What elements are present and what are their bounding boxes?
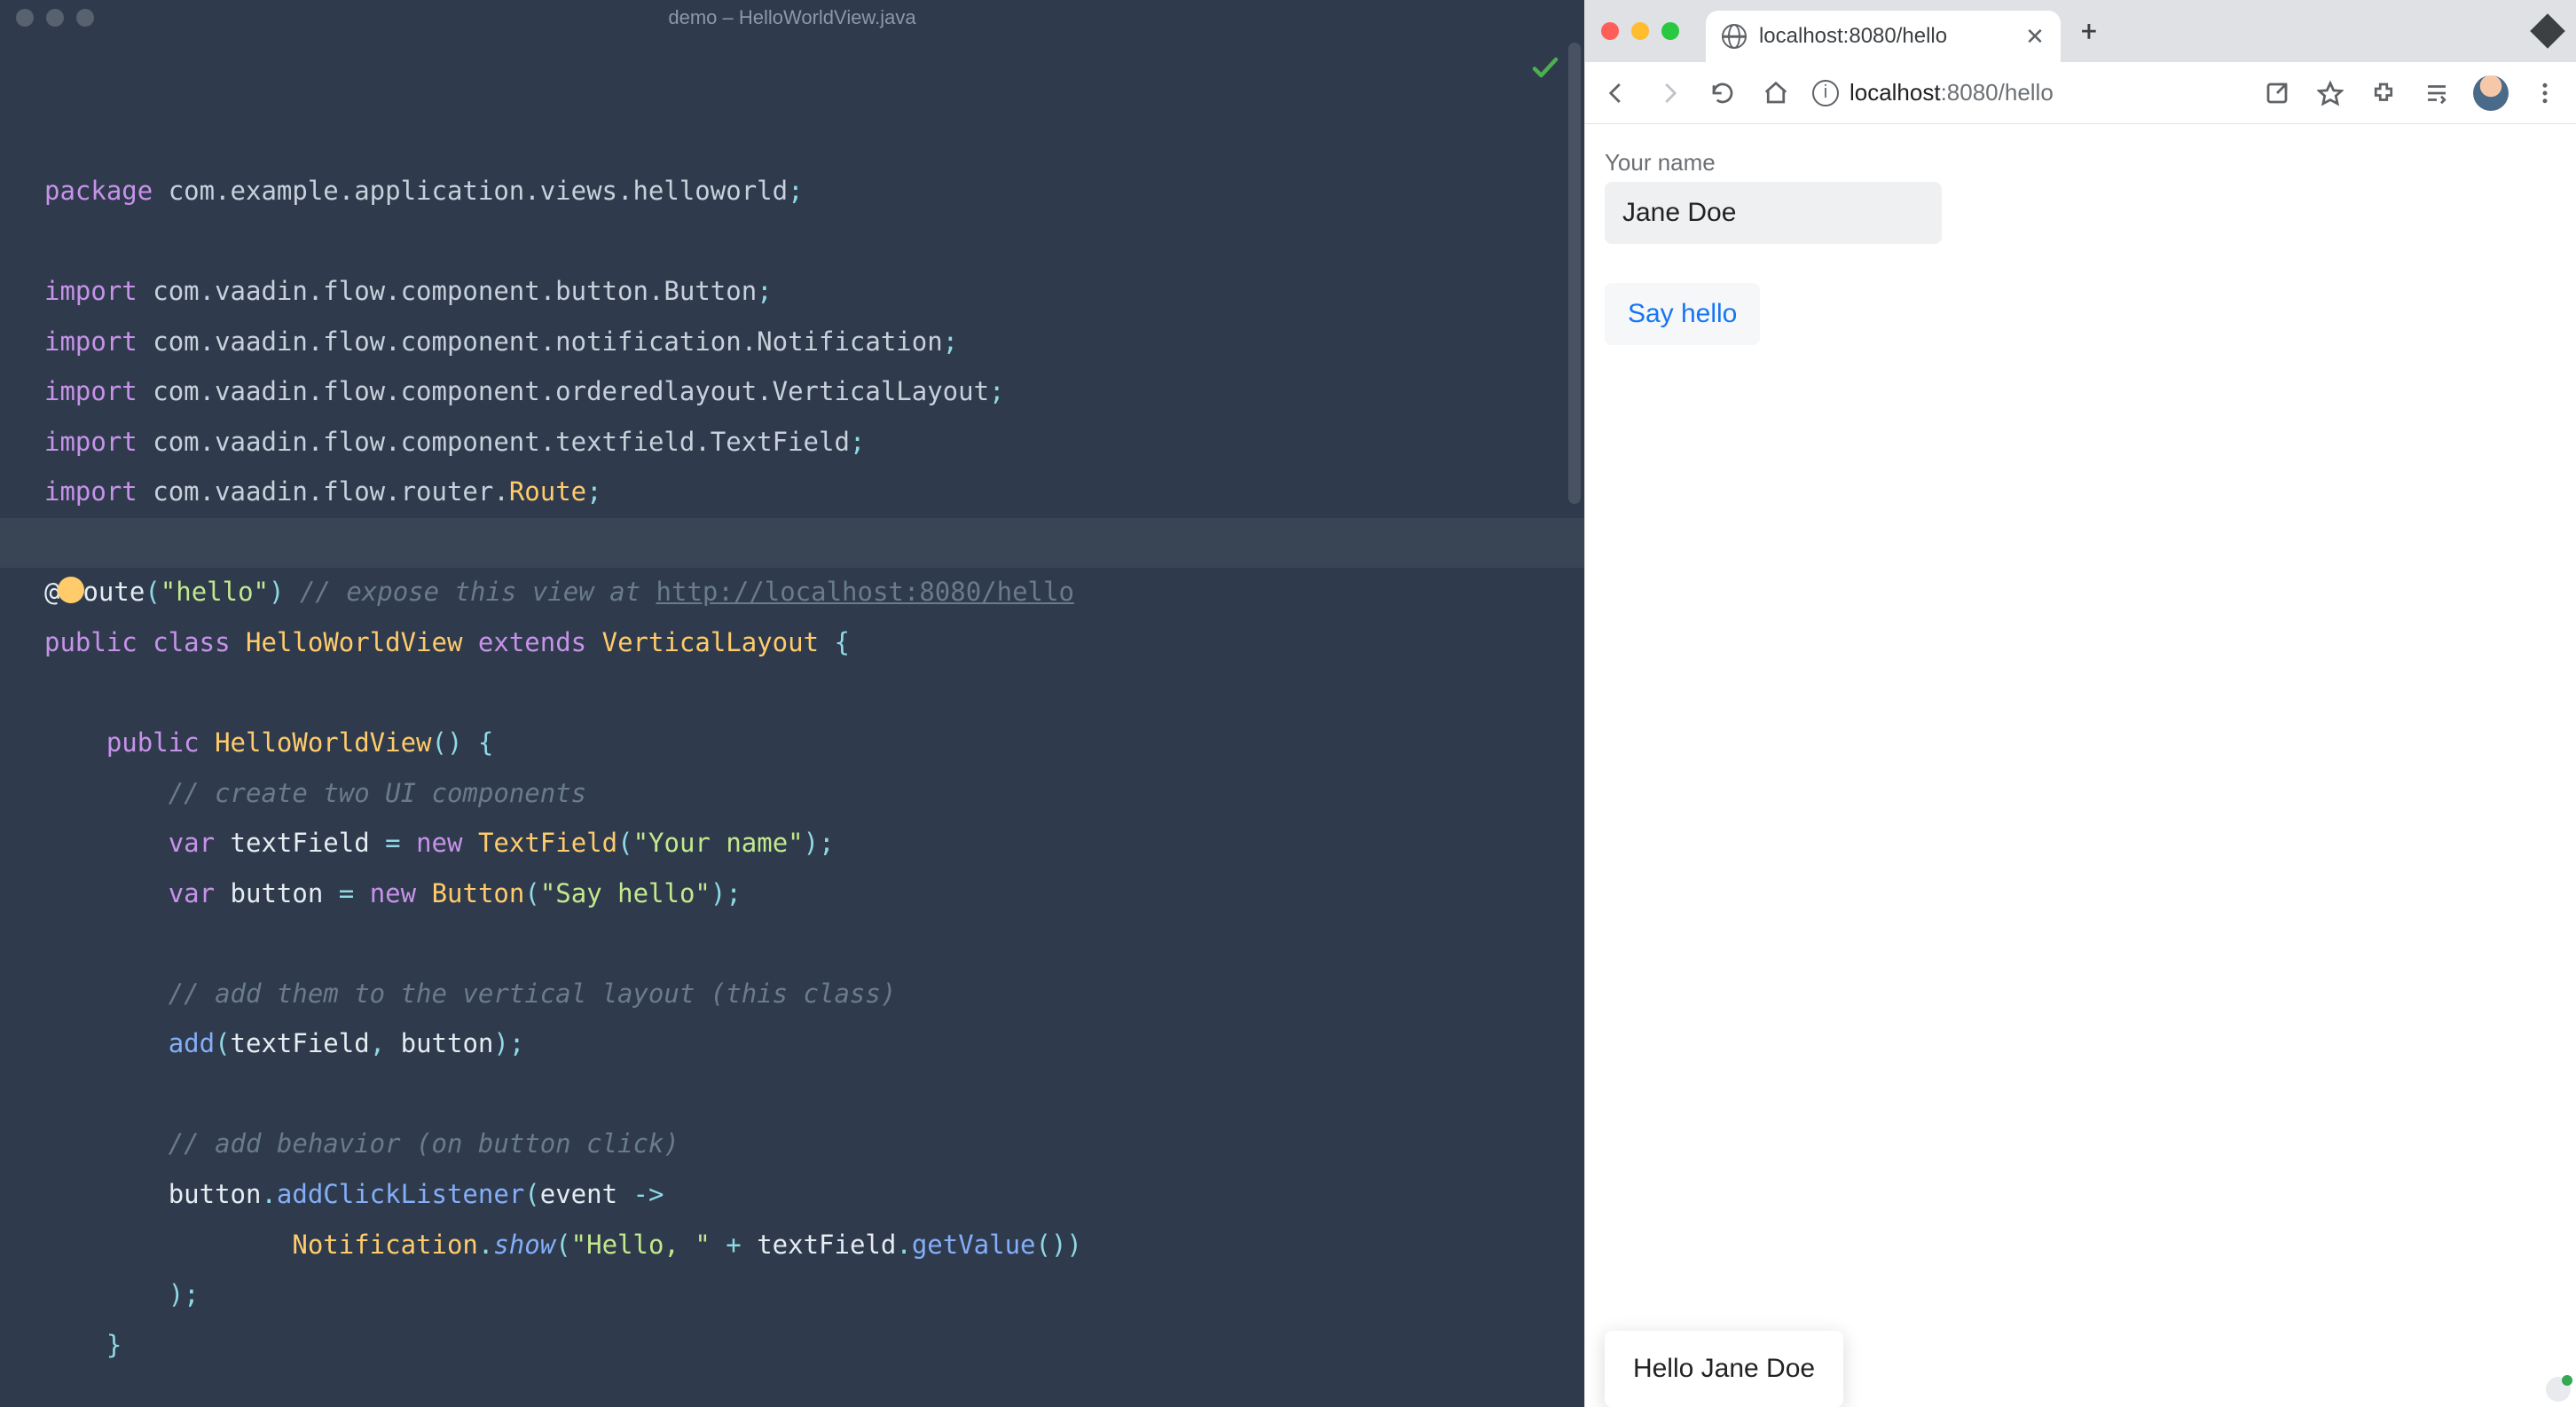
url-host: localhost <box>1850 79 1941 106</box>
install-app-icon[interactable] <box>2260 76 2294 110</box>
home-button[interactable] <box>1759 76 1793 110</box>
code-content: package com.example.application.views.he… <box>44 166 1549 1407</box>
ide-window: demo – HelloWorldView.java package com.e… <box>0 0 1584 1407</box>
address-bar[interactable]: i localhost:8080/hello <box>1812 72 2241 114</box>
tab-close-icon[interactable]: ✕ <box>2025 23 2045 51</box>
site-info-icon[interactable]: i <box>1812 80 1839 106</box>
extensions-icon[interactable] <box>2367 76 2400 110</box>
code-editor[interactable]: package com.example.application.views.he… <box>0 35 1584 1407</box>
vaadin-badge-icon[interactable] <box>2546 1377 2571 1402</box>
back-button[interactable] <box>1599 76 1633 110</box>
name-input[interactable] <box>1605 182 1942 244</box>
tabbar-menu-icon[interactable] <box>2530 13 2565 49</box>
notification-toast: Hello Jane Doe <box>1605 1331 1843 1407</box>
kebab-menu-icon[interactable] <box>2528 76 2562 110</box>
reading-list-icon[interactable] <box>2420 76 2454 110</box>
ide-titlebar: demo – HelloWorldView.java <box>0 0 1584 35</box>
ide-title: demo – HelloWorldView.java <box>0 6 1584 29</box>
browser-close-dot[interactable] <box>1601 22 1619 40</box>
bookmark-icon[interactable] <box>2313 76 2347 110</box>
forward-button[interactable] <box>1653 76 1686 110</box>
browser-toolbar: i localhost:8080/hello <box>1585 62 2576 124</box>
browser-max-dot[interactable] <box>1661 22 1679 40</box>
browser-traffic-lights[interactable] <box>1601 22 1679 40</box>
url-path: :8080/hello <box>1941 79 2054 106</box>
browser-tab[interactable]: localhost:8080/hello ✕ <box>1706 11 2061 62</box>
lightbulb-icon[interactable] <box>58 577 84 603</box>
new-tab-button[interactable]: + <box>2069 12 2109 51</box>
globe-icon <box>1722 24 1747 49</box>
say-hello-button[interactable]: Say hello <box>1605 283 1760 345</box>
page-viewport: Your name Say hello Hello Jane Doe <box>1585 124 2576 1407</box>
name-field-label: Your name <box>1605 149 2556 177</box>
browser-tabbar: localhost:8080/hello ✕ + <box>1585 0 2576 62</box>
reload-button[interactable] <box>1706 76 1740 110</box>
browser-window: localhost:8080/hello ✕ + i localhost:808… <box>1584 0 2576 1407</box>
profile-avatar[interactable] <box>2473 75 2509 111</box>
browser-min-dot[interactable] <box>1631 22 1649 40</box>
tab-title: localhost:8080/hello <box>1759 24 2013 49</box>
